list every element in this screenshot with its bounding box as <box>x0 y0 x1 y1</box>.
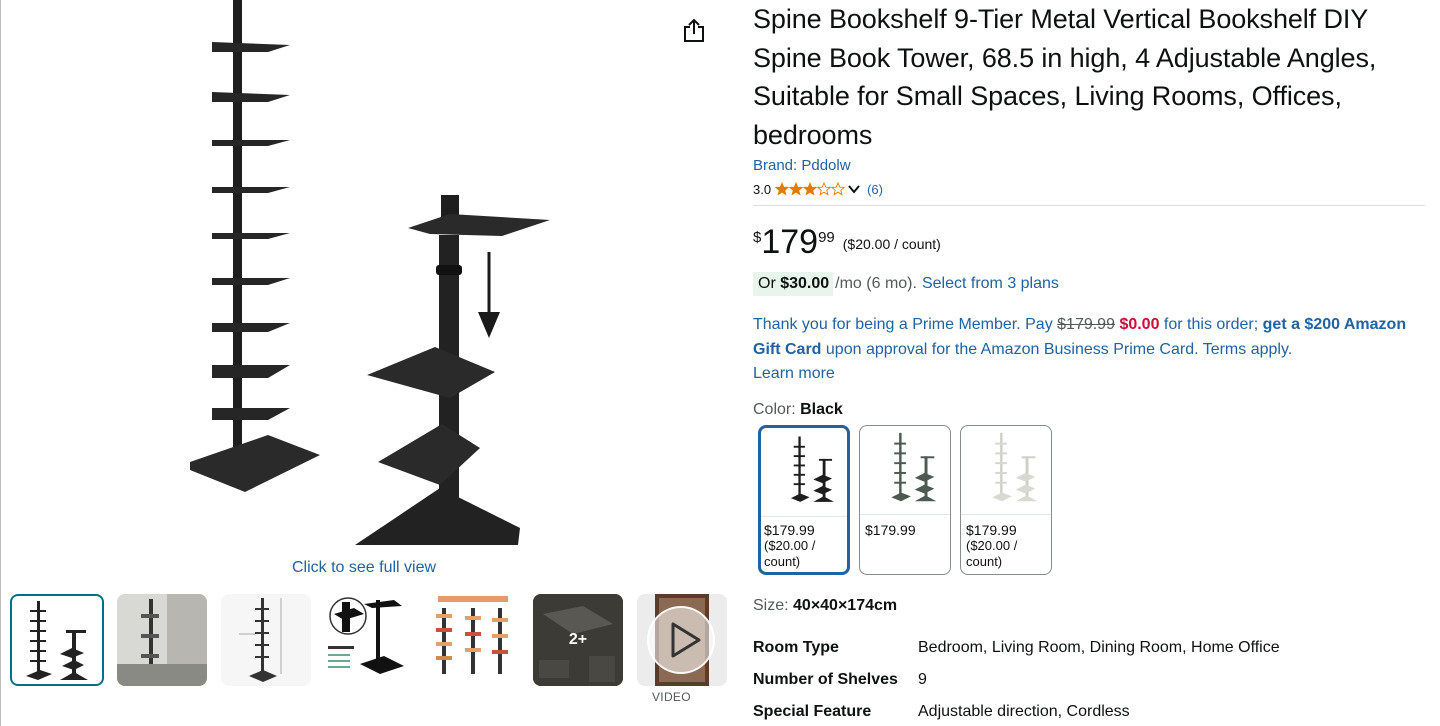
play-button[interactable] <box>647 606 715 674</box>
rating-value: 3.0 <box>753 181 772 197</box>
spec-value: 9 <box>918 670 927 688</box>
share-button[interactable] <box>680 17 708 45</box>
monthly-prefix: Or <box>758 275 781 292</box>
spec-value: Bedroom, Living Room, Dining Room, Home … <box>918 638 1280 656</box>
swatch-price-block: $179.99 <box>865 522 945 538</box>
spec-row: Room Type Bedroom, Living Room, Dining R… <box>753 632 1425 664</box>
swatch-image <box>790 435 834 502</box>
video-label: VIDEO <box>652 690 691 704</box>
product-title: Spine Bookshelf 9-Tier Metal Vertical Bo… <box>753 4 1377 150</box>
swatch-white[interactable]: $179.99 ($20.00 / count) <box>960 424 1052 575</box>
swatch-unit-price: ($20.00 / count) <box>966 537 1018 569</box>
swatch-price-block: $179.99 ($20.00 / count) <box>764 522 844 570</box>
selected-size: 40×40×174cm <box>793 596 898 614</box>
spec-row: Number of Shelves 9 <box>753 664 1425 696</box>
prime-new-price: $0.00 <box>1119 316 1160 333</box>
swatch-price-block: $179.99 ($20.00 / count) <box>966 522 1046 570</box>
spec-key: Room Type <box>753 638 839 656</box>
color-label-prefix: Color: <box>753 400 801 418</box>
brand-link[interactable]: Brand: Pddolw <box>753 156 1425 176</box>
rating-row: 3.0 (6) <box>753 181 1425 197</box>
monthly-badge: Or $30.00 <box>753 272 834 296</box>
spec-key: Number of Shelves <box>753 670 898 688</box>
monthly-payment-row: Or $30.00 /mo (6 mo). Select from 3 plan… <box>753 271 1425 297</box>
thumbnail-more[interactable]: 2+ <box>533 594 623 686</box>
price-whole: 179 <box>761 223 819 261</box>
spine-bookshelf-illustration <box>190 0 550 545</box>
thumbnail-2[interactable] <box>117 594 207 686</box>
rating-count-link[interactable]: (6) <box>867 182 883 197</box>
play-icon <box>671 622 701 658</box>
divider <box>753 205 1425 206</box>
prime-card-offer[interactable]: Thank you for being a Prime Member. Pay … <box>753 313 1421 387</box>
color-swatches: $179.99 ($20.00 / count) $179.99 $179.99… <box>753 424 1425 577</box>
swatch-price: $179.99 <box>865 521 916 538</box>
thumbnail-strip: 2+ <box>10 594 730 704</box>
monthly-amount: $30.00 <box>780 275 830 292</box>
star-full-icon <box>789 182 804 196</box>
price-block: $ 179 99 ($20.00 / count) <box>753 225 1425 265</box>
swatch-image <box>891 432 937 501</box>
product-info-panel: Spine Bookshelf 9-Tier Metal Vertical Bo… <box>753 0 1425 726</box>
thumbnail-3[interactable] <box>221 594 311 686</box>
product-specs-table: Room Type Bedroom, Living Room, Dining R… <box>753 632 1425 726</box>
learn-more-link[interactable]: Learn more <box>753 365 835 382</box>
thumbnail-1[interactable] <box>10 594 104 686</box>
spec-key: Special Feature <box>753 702 872 720</box>
main-product-image[interactable] <box>150 0 590 550</box>
thumbnail-4[interactable] <box>324 594 414 686</box>
star-empty-icon <box>817 182 832 196</box>
unit-price: ($20.00 / count) <box>842 236 941 252</box>
thumbnail-5[interactable] <box>428 594 518 686</box>
thumbnail-video[interactable] <box>637 594 727 686</box>
more-images-count: 2+ <box>568 631 588 648</box>
select-plans-link[interactable]: Select from 3 plans <box>922 275 1059 293</box>
star-rating[interactable] <box>775 182 846 196</box>
swatch-image <box>992 432 1038 501</box>
selected-color: Black <box>800 400 843 418</box>
prime-offer-text: for this order; <box>1159 316 1263 333</box>
swatch-green[interactable]: $179.99 <box>859 424 951 575</box>
swatch-price: $179.99 <box>764 521 815 538</box>
prime-offer-text: upon approval for the Amazon Business Pr… <box>821 340 1293 358</box>
swatch-separator <box>961 513 1051 515</box>
color-label: Color: Black <box>753 401 1425 419</box>
price-symbol: $ <box>753 229 762 246</box>
swatch-price: $179.99 <box>966 521 1017 538</box>
monthly-term: /mo (6 mo). <box>835 275 917 292</box>
swatch-unit-price: ($20.00 / count) <box>764 537 816 569</box>
swatch-black[interactable]: $179.99 ($20.00 / count) <box>758 424 850 575</box>
star-full-icon <box>803 182 818 196</box>
price-fraction: 99 <box>818 229 835 246</box>
star-full-icon <box>775 182 790 196</box>
size-label-prefix: Size: <box>753 596 794 614</box>
full-view-link[interactable]: Click to see full view <box>292 559 436 577</box>
spec-value: Adjustable direction, Cordless <box>918 702 1130 720</box>
star-empty-icon <box>831 182 846 196</box>
share-icon <box>684 18 704 42</box>
chevron-down-icon[interactable] <box>847 182 861 196</box>
prime-old-price: $179.99 <box>1057 316 1115 333</box>
spec-row: Special Feature Adjustable direction, Co… <box>753 696 1425 726</box>
size-label: Size: 40×40×174cm <box>753 597 1425 615</box>
swatch-separator <box>860 513 950 515</box>
prime-offer-text: Thank you for being a Prime Member. Pay <box>753 316 1058 333</box>
swatch-separator <box>761 515 847 517</box>
window-edge <box>0 0 1 726</box>
